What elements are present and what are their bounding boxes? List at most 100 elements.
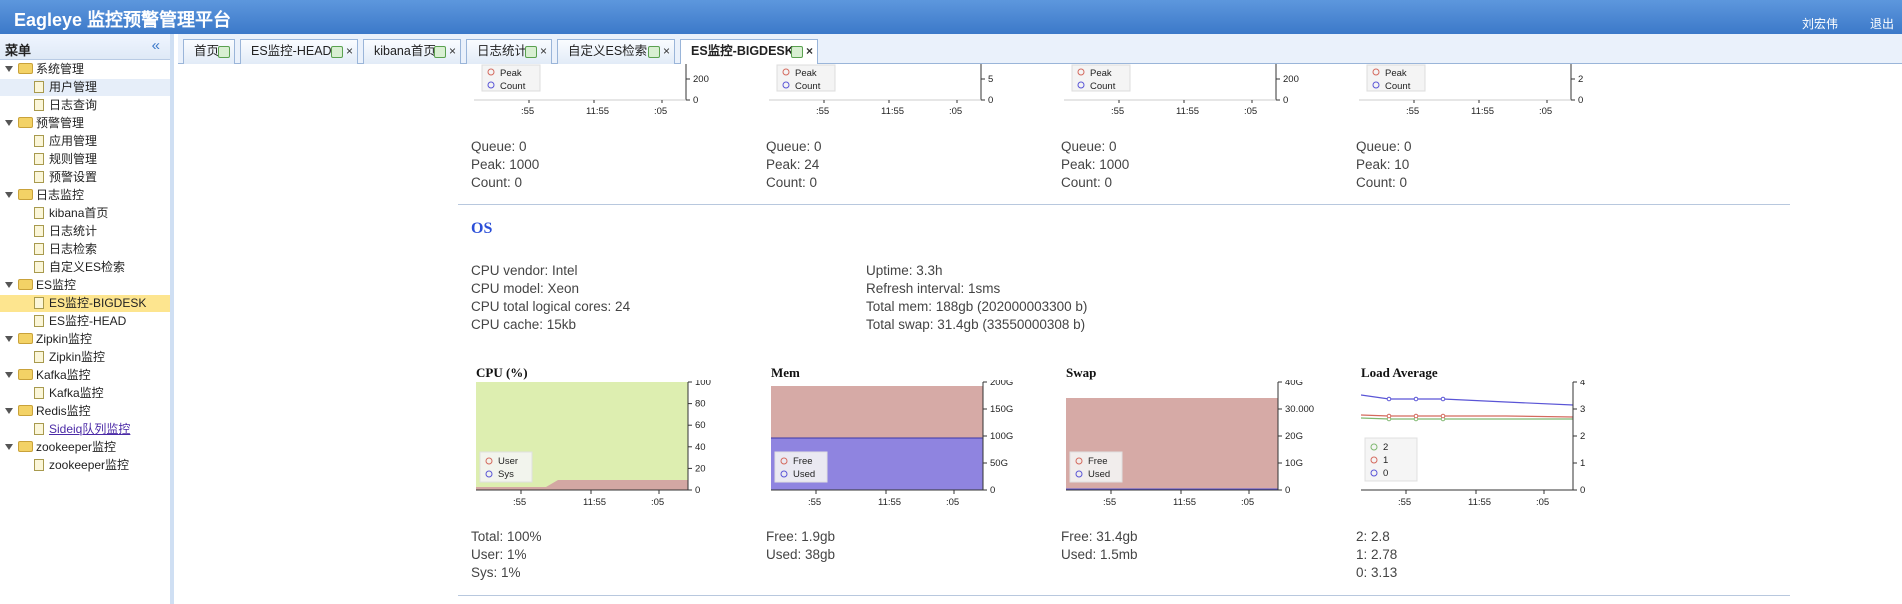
menu-item[interactable]: 用户管理	[0, 79, 170, 96]
queue-value: Queue: 0	[766, 139, 822, 154]
menu-group-4[interactable]: Zipkin监控	[0, 331, 170, 348]
menu-group-label: Kafka监控	[36, 368, 91, 382]
load-point	[1386, 396, 1392, 402]
x-tick-label: 11:55	[586, 106, 609, 117]
refresh-icon[interactable]	[525, 46, 537, 58]
uptime: Uptime: 3.3h	[866, 263, 943, 278]
expanded-triangle-icon[interactable]	[5, 372, 13, 378]
menu-group-1[interactable]: 预警管理	[0, 115, 170, 132]
count-value: Count: 0	[1061, 175, 1113, 190]
total-swap: Total swap: 31.4gb (33550000308 b)	[866, 317, 1086, 332]
menu-item[interactable]: Kafka监控	[0, 385, 170, 402]
chart-title-swap: Swap	[1066, 365, 1097, 380]
document-icon	[34, 387, 44, 399]
current-user[interactable]: 刘宏伟	[1802, 15, 1838, 32]
threadpool-stats-3: Queue: 0 Peak: 10 Count: 0	[1356, 138, 1412, 192]
tab-label: 首页	[194, 44, 220, 58]
close-icon[interactable]: ×	[346, 40, 353, 63]
y-tick-label: 1	[1580, 458, 1585, 469]
y-tick-label: 0	[1580, 485, 1585, 496]
menu-group-5[interactable]: Kafka监控	[0, 367, 170, 384]
refresh-icon[interactable]	[791, 46, 803, 58]
logout-link[interactable]: 退出	[1870, 15, 1894, 32]
load-series-line	[1361, 414, 1574, 418]
menu-group-2[interactable]: 日志监控	[0, 187, 170, 204]
tab-0[interactable]: 首页	[183, 39, 235, 64]
menu-item-label: ES监控-HEAD	[49, 314, 127, 328]
chart-title-cpu: CPU (%)	[476, 365, 528, 380]
refresh-icon[interactable]	[434, 46, 446, 58]
tab-1[interactable]: ES监控-HEAD ×	[240, 39, 358, 64]
y-tick-label: 0	[1285, 485, 1290, 496]
close-icon[interactable]: ×	[540, 40, 547, 63]
expanded-triangle-icon[interactable]	[5, 192, 13, 198]
expanded-triangle-icon[interactable]	[5, 336, 13, 342]
menu-item[interactable]: 日志查询	[0, 97, 170, 114]
queue-value: Queue: 0	[1356, 139, 1412, 154]
menu-item[interactable]: 日志检索	[0, 241, 170, 258]
menu-group-label: 系统管理	[36, 62, 85, 76]
threadpool-chart-2: Peak Count 200 0:55 11:55:05	[1064, 64, 1299, 117]
cpu-cores: CPU total logical cores: 24	[471, 299, 631, 314]
expanded-triangle-icon[interactable]	[5, 120, 13, 126]
refresh-icon[interactable]	[648, 46, 660, 58]
chart-stats-swap: Free: 31.4gb Used: 1.5mb	[1061, 528, 1138, 564]
tab-4[interactable]: 自定义ES检索 ×	[557, 39, 675, 64]
document-icon	[34, 207, 44, 219]
close-icon[interactable]: ×	[449, 40, 456, 63]
refresh-icon[interactable]	[218, 46, 230, 58]
close-icon[interactable]: ×	[663, 40, 670, 63]
os-info-left: CPU vendor: Intel CPU model: Xeon CPU to…	[471, 262, 630, 334]
menu-item[interactable]: Zipkin监控	[0, 349, 170, 366]
expanded-triangle-icon[interactable]	[5, 444, 13, 450]
document-icon	[34, 261, 44, 273]
x-tick-label: 11:55	[881, 106, 904, 117]
menu-item[interactable]: kibana首页	[0, 205, 170, 222]
menu-item[interactable]: 规则管理	[0, 151, 170, 168]
menu-item[interactable]: 应用管理	[0, 133, 170, 150]
menu-group-6[interactable]: Redis监控	[0, 403, 170, 420]
close-icon[interactable]: ×	[806, 40, 813, 63]
x-tick-label: :55	[1406, 106, 1419, 117]
menu-group-3[interactable]: ES监控	[0, 277, 170, 294]
folder-icon	[18, 441, 33, 452]
expanded-triangle-icon[interactable]	[5, 282, 13, 288]
menu-group-0[interactable]: 系统管理	[0, 61, 170, 78]
menu-item-label: 用户管理	[49, 80, 98, 94]
menu-item-label: 自定义ES检索	[49, 260, 126, 274]
chart-swap: 40G 30.000 20G 10G 0:55 11:55:05 Free Used	[1066, 380, 1314, 505]
load-stat: 0: 3.13	[1356, 565, 1398, 580]
menu-group-label: 日志监控	[36, 188, 85, 202]
menu-item[interactable]: Sideiq队列监控	[0, 421, 170, 438]
double-chevron-left-icon[interactable]: «	[152, 37, 160, 54]
menu-item[interactable]: zookeeper监控	[0, 457, 170, 474]
tab-5[interactable]: ES监控-BIGDESK ×	[680, 39, 818, 65]
folder-icon	[18, 117, 33, 128]
refresh-icon[interactable]	[331, 46, 343, 58]
os-section-title: OS	[471, 220, 493, 237]
main-content: Peak Count 200 0:55 11:55:05 Queue: 0 Peak: 10…	[178, 64, 1902, 604]
legend-label: Count	[795, 81, 821, 92]
menu-item[interactable]: ES监控-HEAD	[0, 313, 170, 330]
document-icon	[34, 153, 44, 165]
tab-2[interactable]: kibana首页 ×	[363, 39, 461, 64]
expanded-triangle-icon[interactable]	[5, 408, 13, 414]
menu-item[interactable]: 自定义ES检索	[0, 259, 170, 276]
cpu-cache: CPU cache: 15kb	[471, 317, 577, 332]
threadpool-stats-2: Queue: 0 Peak: 1000 Count: 0	[1061, 138, 1129, 192]
mem-stat: Free: 1.9gb	[766, 529, 836, 544]
y-tick-label: 10G	[1285, 458, 1303, 469]
chart-stats-load: 2: 2.8 1: 2.78 0: 3.13	[1356, 528, 1397, 582]
folder-icon	[18, 369, 33, 380]
x-tick-label: :05	[946, 497, 959, 505]
load-stat: 1: 2.78	[1356, 547, 1398, 562]
x-tick-label: :55	[808, 497, 821, 505]
expanded-triangle-icon[interactable]	[5, 66, 13, 72]
menu-item[interactable]: 预警设置	[0, 169, 170, 186]
menu-item[interactable]: 日志统计	[0, 223, 170, 240]
menu-item[interactable]: ES监控-BIGDESK	[0, 295, 170, 312]
menu-group-7[interactable]: zookeeper监控	[0, 439, 170, 456]
y-tick-label: 0	[693, 95, 698, 106]
legend-label: Peak	[795, 68, 817, 79]
tab-3[interactable]: 日志统计 ×	[466, 39, 552, 64]
